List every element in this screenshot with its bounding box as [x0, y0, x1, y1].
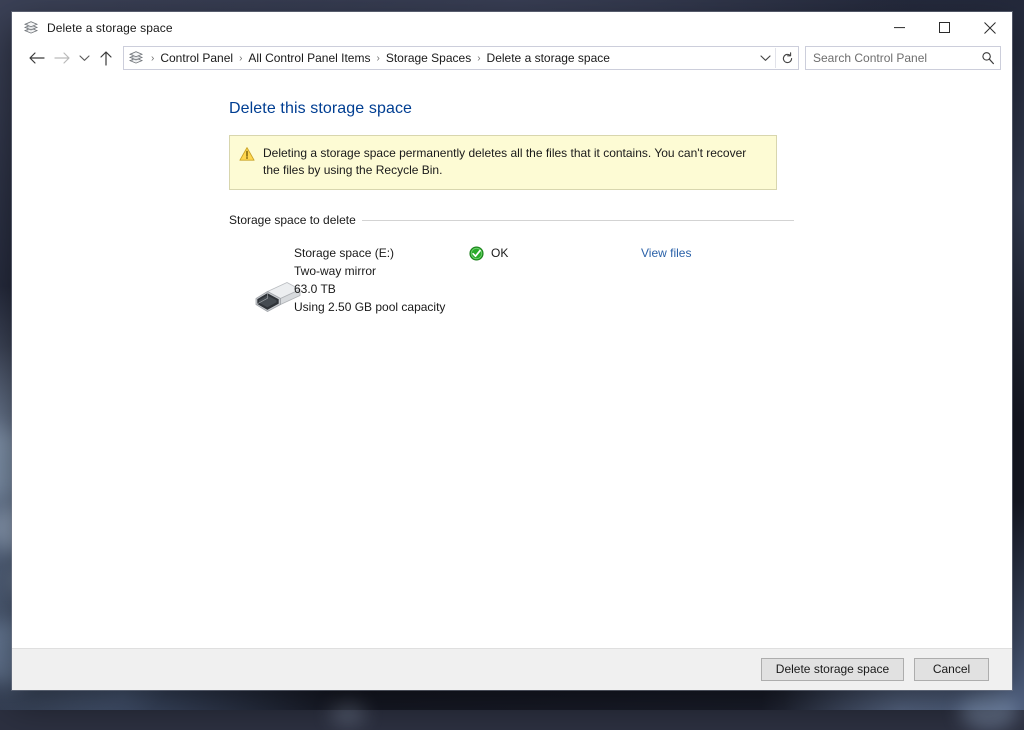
storage-space-pool-usage: Using 2.50 GB pool capacity — [294, 298, 445, 316]
search-input[interactable] — [806, 50, 976, 66]
search-icon[interactable] — [976, 51, 1000, 65]
maximize-button[interactable] — [922, 12, 967, 43]
breadcrumb-separator[interactable]: › — [373, 53, 382, 64]
page-title: Delete this storage space — [229, 100, 1012, 118]
minimize-button[interactable] — [877, 12, 922, 43]
breadcrumb-separator[interactable]: › — [236, 53, 245, 64]
cancel-button[interactable]: Cancel — [914, 658, 989, 681]
storage-spaces-icon — [23, 20, 39, 36]
storage-space-details: Storage space (E:) Two-way mirror 63.0 T… — [294, 244, 445, 316]
window-title: Delete a storage space — [47, 21, 173, 35]
storage-space-row: Storage space (E:) Two-way mirror 63.0 T… — [229, 244, 794, 320]
recent-locations-button[interactable] — [75, 46, 93, 70]
warning-banner: Deleting a storage space permanently del… — [229, 135, 777, 190]
close-button[interactable] — [967, 12, 1012, 43]
up-button[interactable] — [93, 46, 119, 70]
breadcrumb-item-all-control-panel-items[interactable]: All Control Panel Items — [245, 51, 373, 65]
group-header-label: Storage space to delete — [229, 213, 362, 227]
breadcrumb[interactable]: › Control Panel › All Control Panel Item… — [123, 46, 799, 70]
chevron-down-icon[interactable] — [755, 48, 775, 68]
storage-space-size: 63.0 TB — [294, 280, 445, 298]
status-label: OK — [491, 246, 508, 260]
wallpaper-bokeh — [330, 700, 366, 726]
storage-spaces-icon — [128, 50, 144, 66]
refresh-icon[interactable] — [775, 48, 798, 68]
delete-storage-space-button[interactable]: Delete storage space — [761, 658, 904, 681]
breadcrumb-item-delete-a-storage-space[interactable]: Delete a storage space — [484, 51, 613, 65]
control-panel-window: Delete a storage space — [12, 12, 1012, 690]
breadcrumb-item-storage-spaces[interactable]: Storage Spaces — [383, 51, 474, 65]
address-bar: › Control Panel › All Control Panel Item… — [12, 43, 1012, 73]
window-footer: Delete storage space Cancel — [12, 648, 1012, 690]
warning-text: Deleting a storage space permanently del… — [263, 145, 766, 179]
wallpaper-bokeh — [960, 690, 1018, 730]
group-header: Storage space to delete — [229, 213, 794, 227]
view-files-link[interactable]: View files — [641, 244, 691, 262]
breadcrumb-separator[interactable]: › — [474, 53, 483, 64]
group-header-rule — [362, 220, 794, 221]
storage-space-resiliency: Two-way mirror — [294, 262, 445, 280]
search-box[interactable] — [805, 46, 1001, 70]
warning-triangle-icon — [239, 146, 255, 162]
window-titlebar: Delete a storage space — [12, 12, 1012, 43]
content-inner: Delete this storage space Deleting a sto… — [12, 73, 1012, 320]
breadcrumb-separator[interactable]: › — [148, 53, 157, 64]
breadcrumb-item-control-panel[interactable]: Control Panel — [157, 51, 236, 65]
window-controls — [877, 12, 1012, 43]
main-content: Delete this storage space Deleting a sto… — [12, 73, 1012, 648]
status-badge: OK — [469, 244, 508, 262]
status-ok-icon — [469, 246, 484, 261]
storage-space-name: Storage space (E:) — [294, 244, 445, 262]
back-button[interactable] — [23, 46, 49, 70]
forward-button[interactable] — [49, 46, 75, 70]
